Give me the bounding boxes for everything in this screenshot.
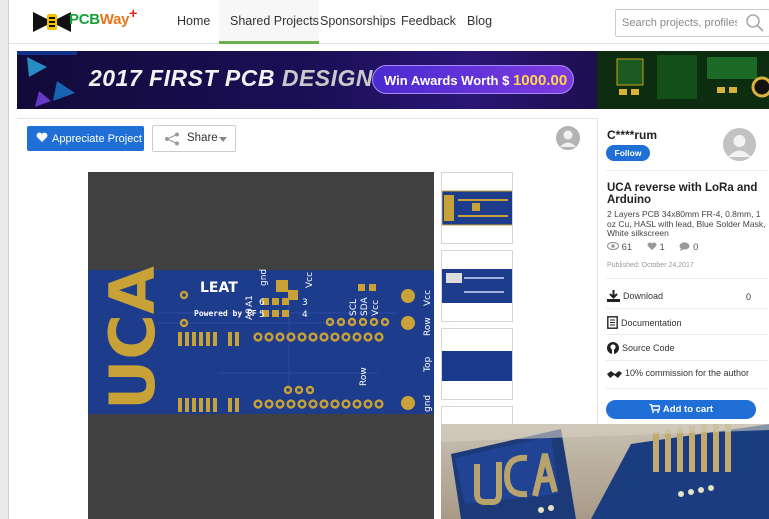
thumbnail-2[interactable] <box>441 250 513 322</box>
pcb-label-vcc-mid: Vcc <box>371 300 381 316</box>
pcb-render-image: UCA LEAT Powered by FF gnd Vcc A1 A0 6 5… <box>88 266 434 414</box>
likes-stat: 1 <box>647 242 671 253</box>
pcb-label-gnd-top: gnd <box>259 269 269 286</box>
search-input[interactable] <box>622 15 737 31</box>
banner-award-pill: Win Awards Worth $ 1000.00 <box>372 65 574 94</box>
project-title: UCA reverse with LoRa and Arduino <box>607 182 758 206</box>
commission-info: 10% commission for the author <box>607 368 749 379</box>
thumbnail-1[interactable] <box>441 172 513 244</box>
author-avatar-icon[interactable] <box>723 128 756 161</box>
author-name[interactable]: C****rum <box>607 128 657 142</box>
pcb-label-3: 3 <box>302 298 308 308</box>
thumbnail-image <box>442 190 512 226</box>
share-label: Share <box>187 132 218 144</box>
pcb-label-a0: A0 <box>245 308 255 320</box>
document-icon <box>607 316 618 329</box>
pcb-label-scl: SCL <box>349 299 359 316</box>
pcb-label-4: 4 <box>302 310 308 320</box>
download-count: 0 <box>746 292 752 302</box>
appreciate-project-button[interactable]: Appreciate Project <box>27 126 144 151</box>
separator <box>606 388 768 389</box>
pcb-label-a1: A1 <box>245 295 255 307</box>
nav-blog[interactable]: Blog <box>467 14 492 28</box>
appreciate-label: Appreciate Project <box>52 133 142 145</box>
download-link[interactable]: Download <box>607 290 663 302</box>
comments-stat: 0 <box>679 242 704 253</box>
handshake-icon <box>607 371 622 378</box>
add-to-cart-button[interactable]: Add to cart <box>606 400 756 419</box>
eye-icon <box>606 241 620 251</box>
separator <box>606 360 768 361</box>
documentation-link[interactable]: Documentation <box>607 316 682 329</box>
comment-icon <box>679 242 690 251</box>
pcb-uca-logo: UCA <box>96 266 169 410</box>
follow-button[interactable]: Follow <box>606 145 650 161</box>
heart-icon <box>36 132 48 142</box>
board-photo-image <box>441 424 769 519</box>
project-description: 2 Layers PCB 34x80mm FR-4, 0.8mm, 1 oz C… <box>607 209 766 238</box>
published-date: Published: October 24,2017 <box>607 262 694 269</box>
pcb-label-top: Top <box>423 357 433 373</box>
nav-feedback[interactable]: Feedback <box>401 14 456 28</box>
pcb-label-6: 6 <box>259 298 265 308</box>
thumbnail-3[interactable] <box>441 328 513 400</box>
pcb-label-row-mid: Row <box>359 367 369 386</box>
board-photo[interactable] <box>441 424 769 519</box>
pcb-label-gnd-right: gnd <box>423 395 433 412</box>
search-box[interactable] <box>615 9 769 37</box>
pcb-leat-label: LEAT <box>200 280 238 296</box>
heart-icon <box>647 242 657 251</box>
chevron-down-icon <box>219 137 227 142</box>
pcb-label-vcc-right: Vcc <box>423 290 433 306</box>
nav-sponsorships[interactable]: Sponsorships <box>320 14 396 28</box>
pcb-label-sda: SDA <box>360 297 370 316</box>
github-icon <box>607 342 619 354</box>
download-icon <box>607 290 620 302</box>
page: PCBWay+ Home Shared Projects Sponsorship… <box>8 0 769 519</box>
thumbnail-image <box>442 269 512 303</box>
nav-shared-projects[interactable]: Shared Projects <box>230 14 319 28</box>
contest-banner[interactable]: 2017 FIRST PCB DESIGN CONTEST Win Awards… <box>17 51 769 109</box>
pcb-label-vcc-top: Vcc <box>305 272 315 288</box>
brand-name[interactable]: PCBWay+ <box>69 5 137 28</box>
share-icon <box>165 132 179 146</box>
pcb-label-row-right: Row <box>423 317 433 336</box>
cart-icon <box>648 403 661 413</box>
top-nav: PCBWay+ Home Shared Projects Sponsorship… <box>9 0 769 44</box>
pcb-label-5: 5 <box>259 310 265 320</box>
project-stats: 61 1 0 <box>606 241 710 253</box>
project-image-viewer[interactable]: UCA LEAT Powered by FF gnd Vcc A1 A0 6 5… <box>88 172 434 519</box>
source-code-link[interactable]: Source Code <box>607 342 675 354</box>
thumbnail-image <box>442 351 512 381</box>
separator <box>606 334 768 335</box>
nav-home[interactable]: Home <box>177 14 210 28</box>
author-separator <box>606 170 768 171</box>
search-icon[interactable] <box>745 13 765 33</box>
share-button[interactable]: Share <box>152 125 236 152</box>
content-divider <box>17 118 597 119</box>
views-stat: 61 <box>606 241 638 253</box>
user-avatar-icon[interactable] <box>556 126 580 150</box>
separator <box>606 308 768 309</box>
separator <box>606 278 768 279</box>
